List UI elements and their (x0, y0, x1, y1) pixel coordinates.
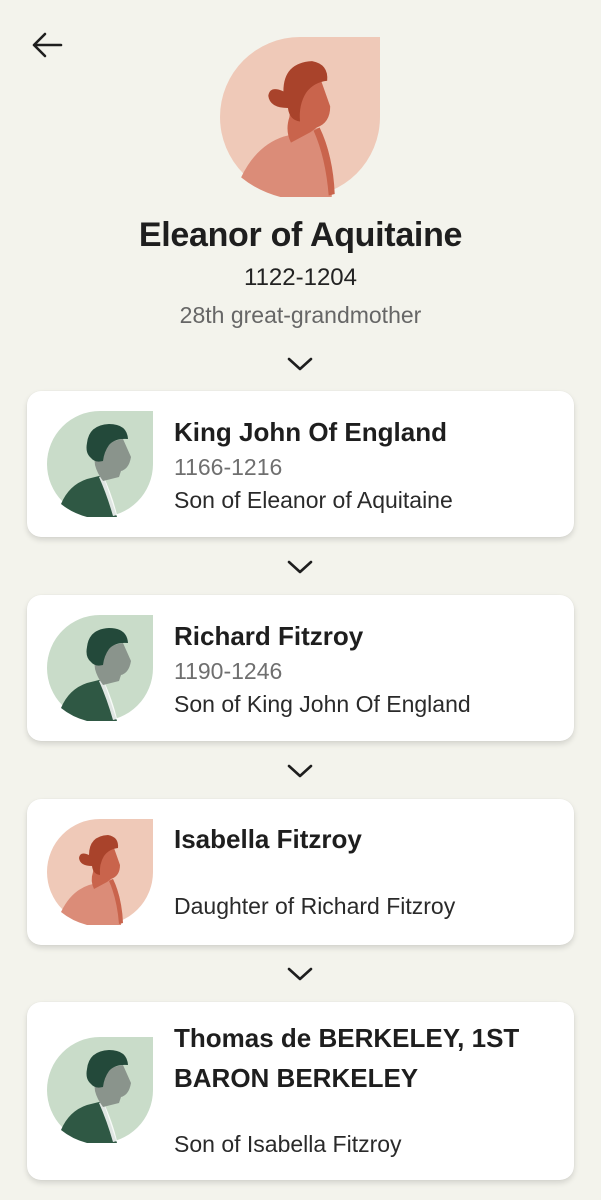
chevron-down-icon (287, 967, 313, 981)
relative-years: 1190-1246 (174, 658, 283, 684)
relationship-label: 28th great-grandmother (179, 302, 422, 328)
male-silhouette-icon (47, 411, 153, 517)
female-silhouette-icon (220, 37, 380, 197)
chevron-down-icon (287, 357, 313, 371)
relative-card[interactable]: Richard Fitzroy 1190-1246 Son of King Jo… (27, 595, 574, 741)
person-name: Eleanor of Aquitaine (138, 216, 463, 254)
chevron-down-icon (287, 764, 313, 778)
relative-relation: Son of King John Of England (174, 691, 471, 717)
relative-relation: Son of Eleanor of Aquitaine (174, 487, 453, 513)
relative-relation: Daughter of Richard Fitzroy (174, 893, 456, 919)
relative-name: King John Of England (174, 417, 447, 447)
relative-years: 1166-1216 (174, 454, 283, 480)
relative-card[interactable]: King John Of England 1166-1216 Son of El… (27, 391, 574, 537)
male-silhouette-icon (47, 615, 153, 721)
arrow-left-icon (32, 32, 63, 58)
chevron-down-icon (287, 560, 313, 574)
female-silhouette-icon (47, 819, 153, 925)
male-silhouette-icon (47, 1037, 153, 1143)
relative-name: Isabella Fitzroy (174, 824, 362, 854)
person-years: 1122-1204 (244, 264, 357, 291)
relative-card[interactable]: Isabella Fitzroy Daughter of Richard Fit… (27, 799, 574, 945)
relative-name: Thomas de BERKELEY, 1ST BARON BERKELEY (174, 1023, 520, 1093)
relative-name: Richard Fitzroy (174, 621, 364, 651)
back-button[interactable] (28, 26, 68, 66)
relative-relation: Son of Isabella Fitzroy (174, 1131, 402, 1157)
relative-card[interactable]: Thomas de BERKELEY, 1ST BARON BERKELEY S… (27, 1002, 574, 1180)
